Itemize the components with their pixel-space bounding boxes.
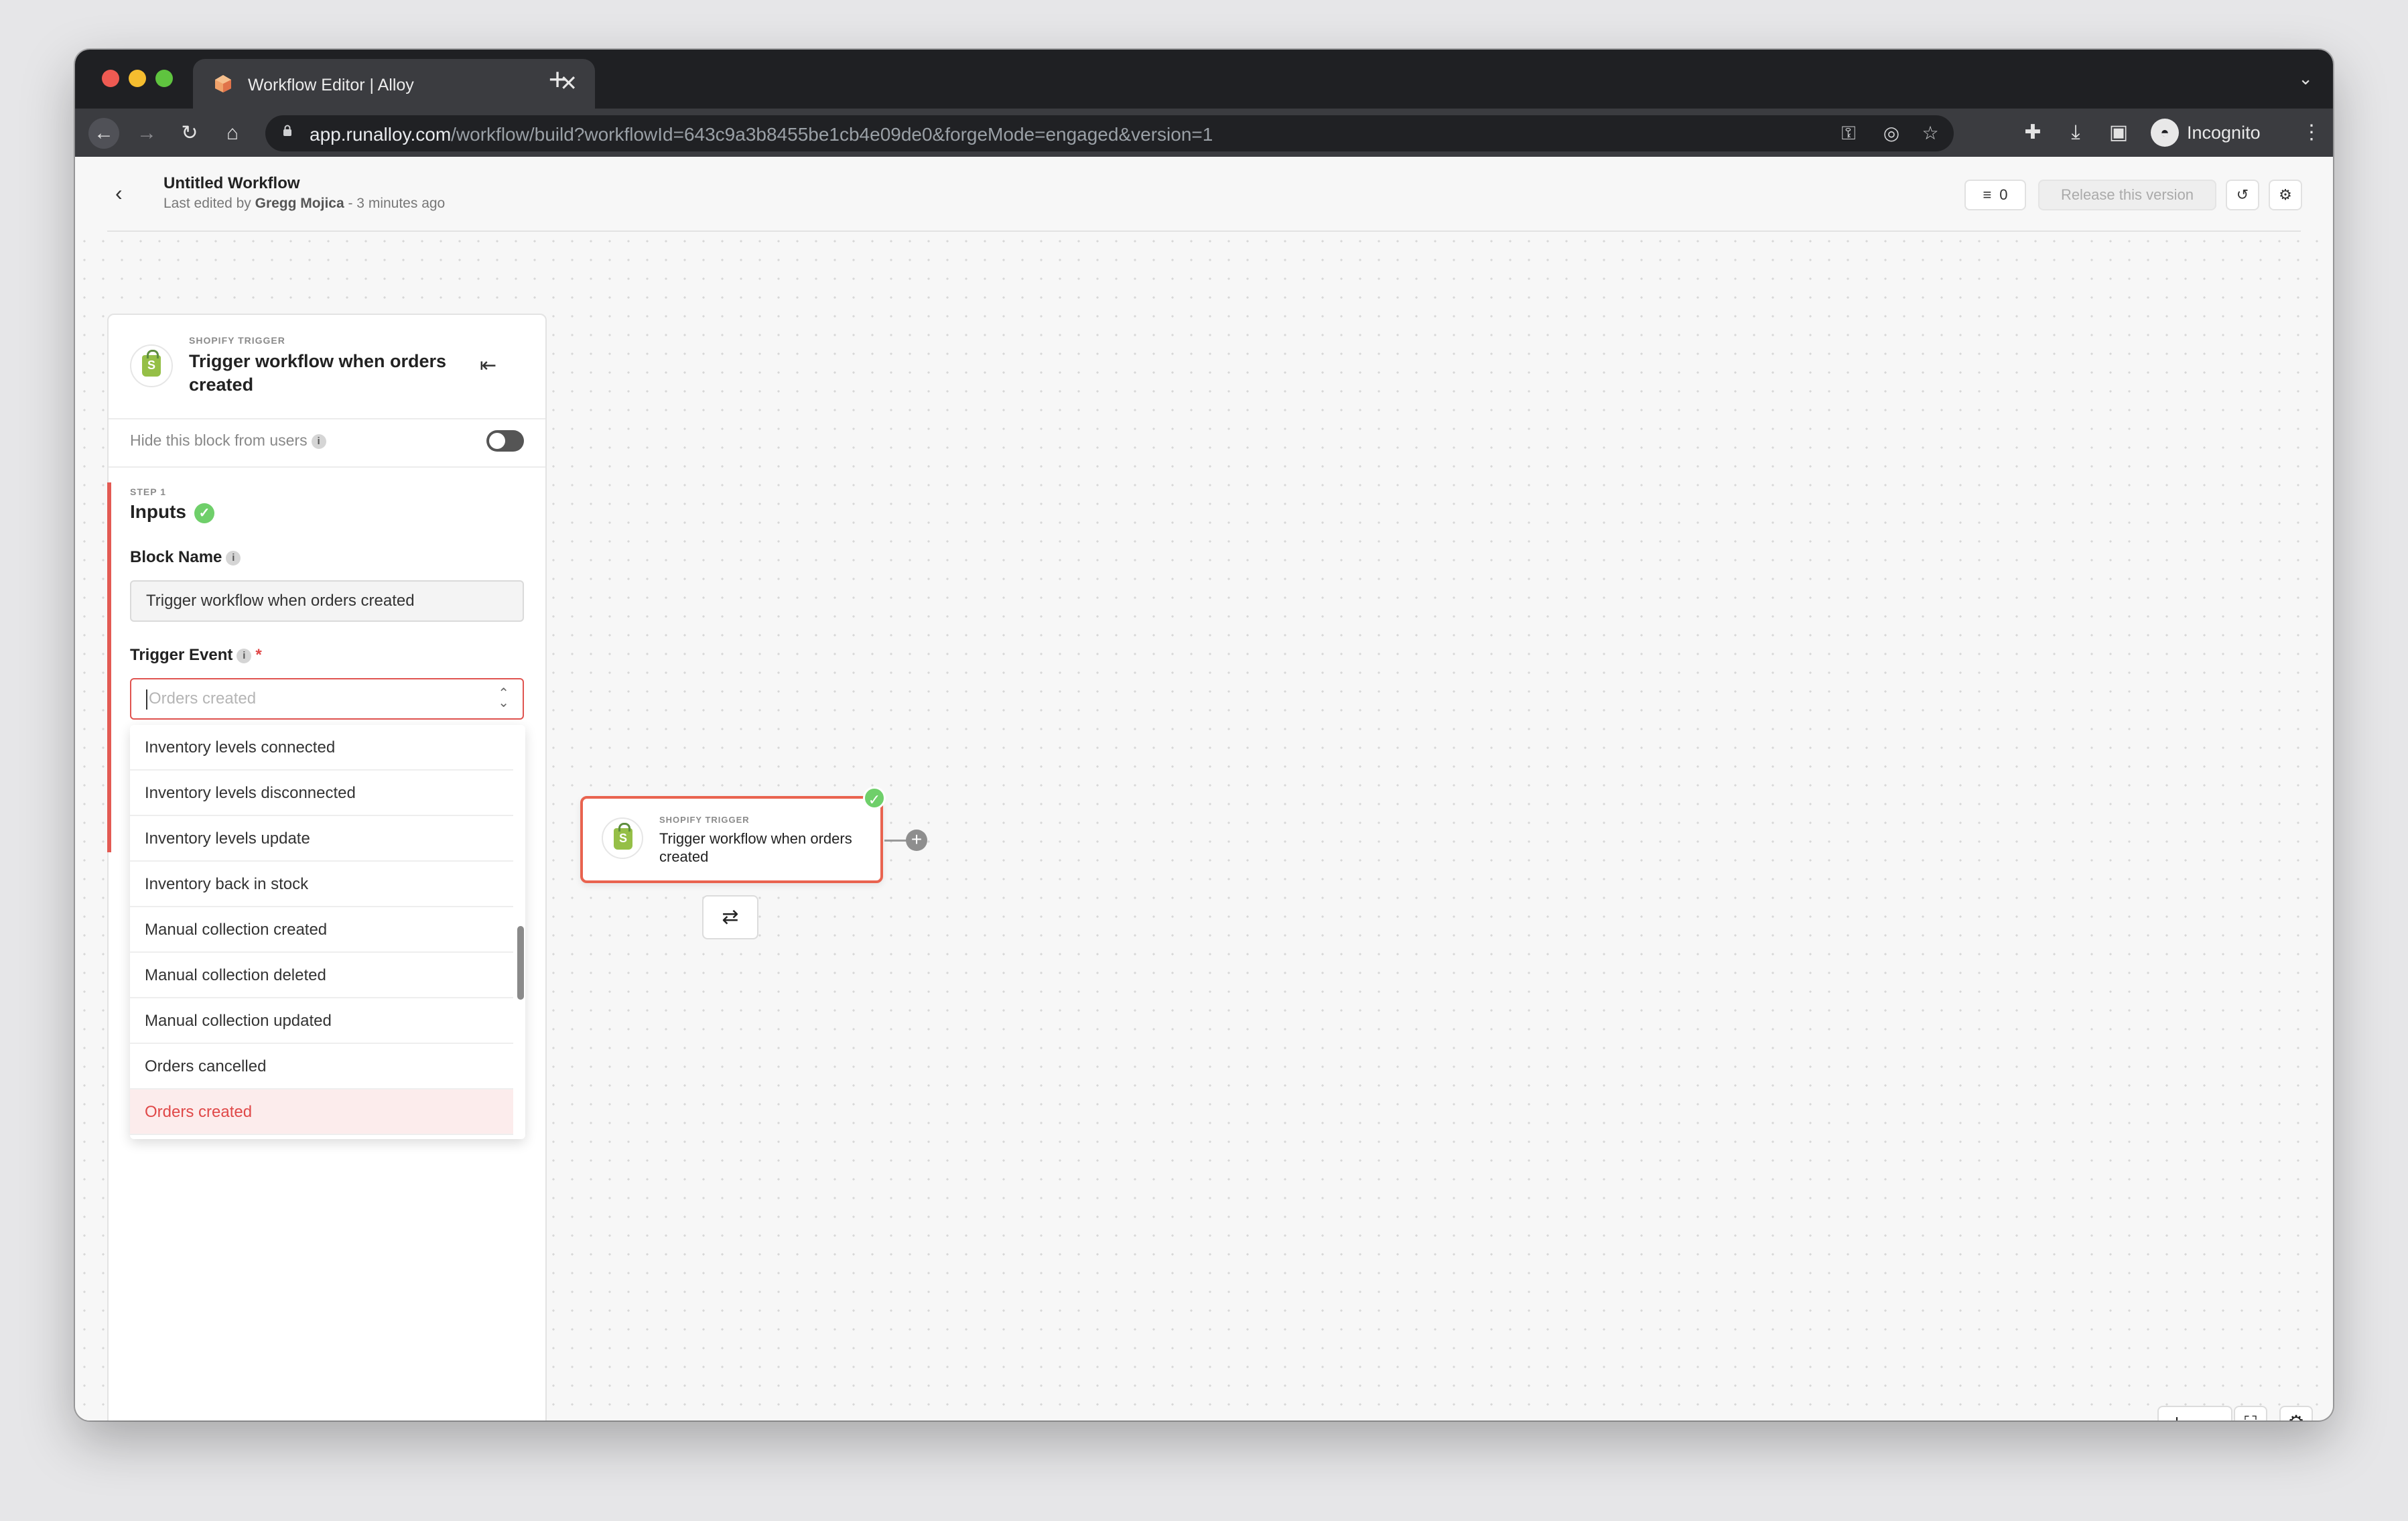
workflow-title: Untitled Workflow: [163, 174, 300, 192]
node-kicker: SHOPIFY TRIGGER: [659, 815, 750, 825]
zoom-controls: + −: [2157, 1406, 2232, 1420]
new-tab-button[interactable]: +: [537, 59, 578, 99]
step-indicator-bar: [107, 482, 111, 852]
info-icon[interactable]: i: [237, 648, 252, 663]
collapse-panel-icon[interactable]: ⇤: [480, 354, 496, 377]
shopify-logo: S: [130, 344, 173, 387]
add-block-plus-icon[interactable]: +: [906, 830, 927, 851]
tab-bar: Workflow Editor | Alloy ✕ + ⌄: [75, 50, 2333, 109]
zoom-in-button[interactable]: +: [2159, 1407, 2195, 1420]
node-connector: [884, 840, 907, 842]
trigger-event-label: Trigger Event i *: [130, 646, 262, 664]
panel-kicker: SHOPIFY TRIGGER: [189, 335, 285, 346]
browser-tab[interactable]: Workflow Editor | Alloy ✕: [193, 59, 595, 109]
info-icon[interactable]: i: [226, 550, 241, 566]
url-text: app.runalloy.com/workflow/build?workflow…: [310, 124, 1213, 145]
fit-view-icon[interactable]: ⛶: [2234, 1406, 2267, 1420]
step-kicker: STEP 1: [130, 486, 166, 497]
star-icon[interactable]: ☆: [1919, 122, 1942, 145]
panel-divider: [109, 466, 545, 468]
tab-search-chevron-icon[interactable]: ⌄: [2298, 68, 2313, 89]
history-icon[interactable]: ↺: [2226, 180, 2259, 210]
download-icon[interactable]: ⤓: [2064, 121, 2088, 145]
dropdown-scrollbar[interactable]: [517, 926, 524, 1000]
panel-title: Trigger workflow when orders created: [189, 351, 447, 395]
browser-window: Workflow Editor | Alloy ✕ + ⌄ ← → ↻ ⌂ ap…: [75, 50, 2333, 1420]
list-icon: ≡: [1983, 186, 1992, 203]
notes-button[interactable]: ≡ 0: [1964, 180, 2026, 210]
node-title: Trigger workflow when orders created: [659, 830, 852, 865]
canvas-settings-icon[interactable]: ⚙: [2279, 1406, 2313, 1420]
back-chevron-icon[interactable]: ‹: [115, 181, 123, 206]
dropdown-option[interactable]: Manual collection deleted: [130, 953, 513, 998]
address-bar[interactable]: app.runalloy.com/workflow/build?workflow…: [265, 115, 1954, 151]
header-divider: [107, 230, 2301, 232]
block-config-panel: S SHOPIFY TRIGGER Trigger workflow when …: [107, 314, 547, 1420]
workflow-editor: ‹ Untitled Workflow Last edited by Gregg…: [75, 157, 2333, 1420]
last-edited-user: Gregg Mojica: [255, 196, 344, 211]
dropdown-option[interactable]: Inventory levels update: [130, 816, 513, 862]
block-name-input[interactable]: Trigger workflow when orders created: [130, 580, 524, 622]
dropdown-option[interactable]: Manual collection updated: [130, 998, 513, 1044]
incognito-profile-button[interactable]: ◓ Incognito: [2145, 117, 2269, 149]
dropdown-option[interactable]: Inventory levels disconnected: [130, 771, 513, 816]
close-window-button[interactable]: [102, 70, 119, 87]
alloy-favicon-icon: [215, 75, 231, 92]
swap-arrows-icon[interactable]: ⇄: [702, 895, 758, 939]
dropdown-option[interactable]: Inventory levels connected: [130, 725, 513, 771]
zoom-out-button[interactable]: −: [2195, 1407, 2231, 1420]
browser-menu-icon[interactable]: ⋮: [2299, 121, 2324, 145]
trigger-event-select[interactable]: Orders created ⌃ ⌄: [130, 678, 524, 720]
home-icon[interactable]: ⌂: [217, 118, 248, 149]
dropdown-option[interactable]: Manual collection created: [130, 907, 513, 953]
lock-icon: [283, 125, 291, 136]
hide-block-toggle[interactable]: [486, 430, 524, 452]
editor-header: ‹ Untitled Workflow Last edited by Gregg…: [75, 157, 2333, 230]
workflow-node-shopify-trigger[interactable]: S SHOPIFY TRIGGER Trigger workflow when …: [580, 796, 883, 883]
dropdown-option-selected[interactable]: Orders created: [130, 1089, 513, 1135]
release-version-button[interactable]: Release this version: [2038, 180, 2216, 210]
dropdown-option[interactable]: Inventory back in stock: [130, 862, 513, 907]
step-title: Inputs ✓: [130, 501, 214, 523]
shopify-bag-icon: S: [614, 823, 632, 850]
tab-title: Workflow Editor | Alloy: [248, 76, 414, 94]
extensions-puzzle-icon[interactable]: ✚: [2021, 121, 2045, 145]
dropdown-option[interactable]: Orders cancelled: [130, 1044, 513, 1089]
required-mark: *: [255, 646, 262, 664]
notes-count: 0: [1999, 186, 2008, 203]
checkmark-icon: ✓: [194, 503, 214, 523]
last-edited: Last edited by Gregg Mojica - 3 minutes …: [163, 196, 446, 211]
reload-icon[interactable]: ↻: [174, 118, 205, 149]
key-icon[interactable]: ⚿: [1837, 122, 1860, 145]
browser-toolbar: ← → ↻ ⌂ app.runalloy.com/workflow/build?…: [75, 109, 2333, 157]
back-arrow-icon[interactable]: ←: [88, 118, 119, 149]
node-success-check-icon: ✓: [863, 787, 886, 809]
hide-block-label: Hide this block from users i: [130, 432, 326, 450]
settings-gear-icon[interactable]: ⚙: [2269, 180, 2302, 210]
minimize-window-button[interactable]: [129, 70, 146, 87]
panel-divider: [109, 418, 545, 419]
maximize-window-button[interactable]: [155, 70, 173, 87]
incognito-icon: ◓: [2151, 119, 2179, 147]
trigger-event-placeholder: Orders created: [149, 689, 257, 708]
side-panel-icon[interactable]: ▣: [2106, 121, 2131, 145]
incognito-label: Incognito: [2187, 122, 2261, 143]
shopify-logo: S: [602, 817, 643, 859]
chevron-up-down-icon: ⌃ ⌄: [498, 686, 509, 710]
block-name-label: Block Name i: [130, 548, 241, 567]
trigger-event-dropdown: Inventory levels connected Inventory lev…: [130, 725, 525, 1139]
forward-arrow-icon[interactable]: →: [131, 118, 162, 149]
text-caret: [146, 689, 147, 710]
shopify-bag-icon: S: [142, 350, 161, 377]
eye-off-icon[interactable]: ◎: [1880, 122, 1903, 145]
info-icon[interactable]: i: [311, 434, 326, 449]
